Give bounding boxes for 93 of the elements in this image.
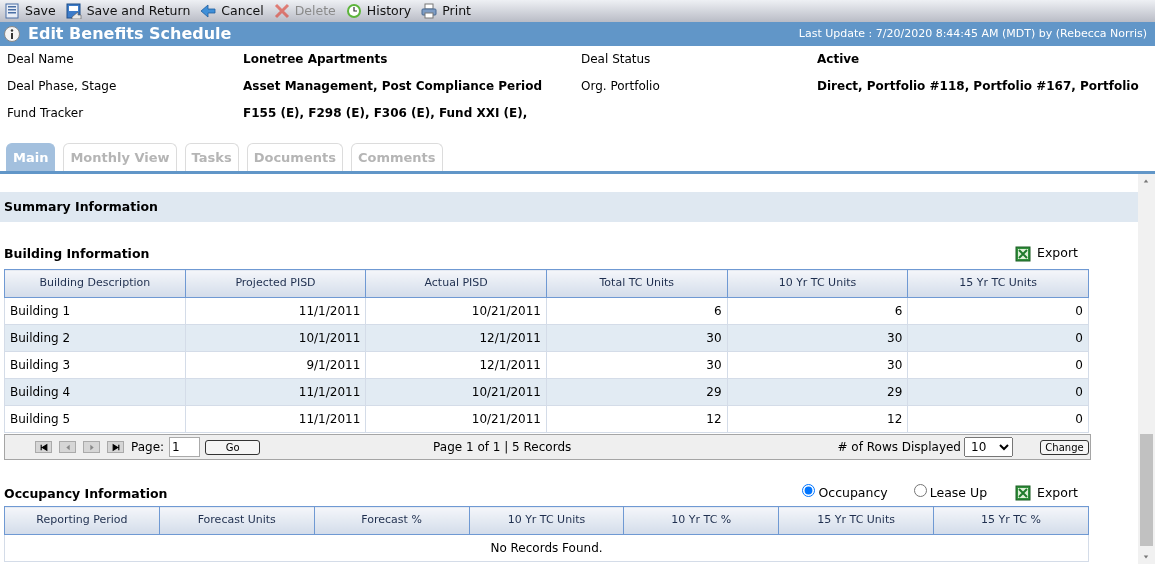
section-header: Summary Information — [0, 191, 1138, 223]
field-label: Org. Portfolio — [581, 78, 661, 95]
table-cell: 12 — [546, 405, 728, 433]
table-cell: Building 5 — [4, 405, 186, 433]
column-header: 15 Yr TC Units — [778, 506, 934, 535]
field-value: Active — [817, 51, 861, 68]
page-field[interactable]: 1 — [169, 437, 201, 457]
export-button[interactable]: Export — [1015, 244, 1078, 263]
column-header: 15 Yr TC Units — [907, 269, 1089, 298]
table-cell: 30 — [727, 351, 908, 379]
first-page-button[interactable] — [35, 441, 52, 453]
table-cell: Building 4 — [4, 378, 186, 406]
column-header: 15 Yr TC % — [933, 506, 1089, 535]
table-cell: 29 — [727, 378, 908, 406]
empty-message: No Records Found. — [4, 534, 1089, 562]
column-header: 10 Yr TC Units — [727, 269, 908, 298]
table-cell: Building 2 — [4, 324, 186, 352]
table-cell: 10/21/2011 — [365, 297, 547, 325]
column-header: Projected PISD — [185, 269, 366, 298]
field-label: Fund Tracker — [7, 105, 85, 122]
column-header: Reporting Period — [4, 506, 160, 535]
section-title: Building Information — [4, 246, 150, 262]
column-header: Building Description — [4, 269, 186, 298]
toolbar-button[interactable]: Cancel — [200, 1, 264, 21]
table-cell: 0 — [907, 378, 1089, 406]
table-cell: 10/1/2011 — [185, 324, 366, 352]
radio-button[interactable] — [913, 484, 927, 497]
page-title: Edit Benefits Schedule — [28, 24, 232, 44]
last-page-button[interactable] — [107, 441, 124, 453]
radio-label: Occupancy — [818, 484, 888, 503]
table-cell: Building 3 — [4, 351, 186, 379]
table-cell: 6 — [546, 297, 728, 325]
last-update-text: Last Update : 7/20/2020 8:44:45 AM (MDT) by (Rebecca Norris) — [798, 25, 1147, 42]
table-cell: 9/1/2011 — [185, 351, 366, 379]
toolbar-button[interactable]: Print — [421, 1, 471, 21]
radio-button[interactable] — [802, 484, 816, 497]
close-icon — [273, 3, 290, 19]
table-cell: 12/1/2011 — [365, 351, 547, 379]
table-cell: 11/1/2011 — [185, 378, 366, 406]
go-button[interactable]: Go — [205, 439, 261, 455]
scroll-down-arrow-icon — [1142, 554, 1150, 560]
toolbar-button[interactable]: Save — [4, 1, 56, 21]
column-header: Forecast Units — [159, 506, 315, 535]
rows-select[interactable]: 10 — [964, 437, 1013, 457]
table-cell: 30 — [546, 351, 728, 379]
table-cell: 6 — [727, 297, 908, 325]
table-cell: 11/1/2011 — [185, 297, 366, 325]
table-cell: 12/1/2011 — [365, 324, 547, 352]
column-header: Forecast % — [314, 506, 470, 535]
table-cell: 30 — [727, 324, 908, 352]
column-header: Total TC Units — [546, 269, 728, 298]
table-cell: Building 1 — [4, 297, 186, 325]
field-label: Deal Status — [581, 51, 652, 68]
clock-icon — [345, 3, 362, 19]
table-cell: 10/21/2011 — [365, 378, 547, 406]
table-cell: 12 — [727, 405, 908, 433]
radio-label: Lease Up — [929, 484, 988, 503]
table-cell: 0 — [907, 297, 1089, 325]
column-header: 10 Yr TC Units — [469, 506, 624, 535]
table-cell: 0 — [907, 405, 1089, 433]
table-cell: 0 — [907, 351, 1089, 379]
table-cell: 10/21/2011 — [365, 405, 547, 433]
first-page-icon — [38, 442, 49, 452]
field-label: Deal Name — [7, 51, 75, 68]
printer-icon — [421, 3, 438, 19]
toolbar-button[interactable]: Save and Return — [65, 1, 191, 21]
table-cell: 11/1/2011 — [185, 405, 366, 433]
table-cell: 30 — [546, 324, 728, 352]
section-title: Occupancy Information — [4, 486, 168, 501]
save-icon — [4, 3, 20, 19]
field-value: F155 (E), F298 (E), F306 (E), Fund XXI (E), — [243, 105, 529, 122]
table-cell: 0 — [907, 324, 1089, 352]
column-header: Actual PISD — [365, 269, 547, 298]
scroll-up-arrow-icon — [1142, 177, 1150, 184]
spreadsheet-icon — [1015, 245, 1032, 262]
info-icon — [4, 26, 20, 42]
last-page-icon — [110, 442, 121, 452]
export-button[interactable]: Export — [1015, 484, 1078, 503]
field-value: Direct, Portfolio #118, Portfolio #167, Portfolio — [817, 78, 1140, 95]
toolbar-button[interactable]: History — [345, 1, 412, 21]
change-button[interactable]: Change — [1040, 439, 1089, 455]
scroll-thumb[interactable] — [1140, 433, 1153, 546]
arrow-left-icon — [200, 3, 217, 19]
column-header: 10 Yr TC % — [623, 506, 779, 535]
field-value: Asset Management, Post Compliance Period — [243, 78, 544, 95]
spreadsheet-icon — [1015, 485, 1032, 502]
save-return-icon — [65, 3, 82, 19]
rows-label: # of Rows Displayed — [837, 439, 961, 456]
field-value: Lonetree Apartments — [243, 51, 389, 68]
pager-summary: Page 1 of 1 | 5 Records — [433, 439, 572, 456]
table-cell: 29 — [546, 378, 728, 406]
page-label: Page: — [131, 439, 165, 456]
field-label: Deal Phase, Stage — [7, 78, 118, 95]
